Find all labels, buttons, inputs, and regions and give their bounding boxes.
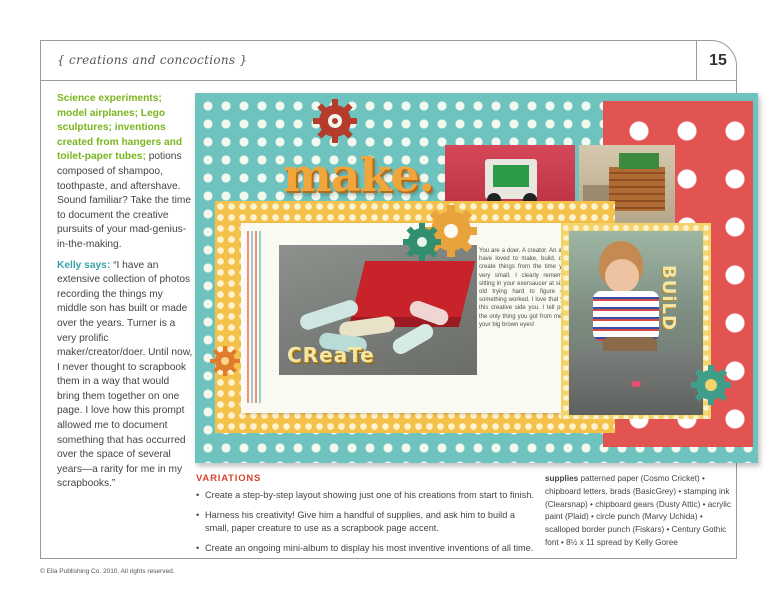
variation-item: • Create a step-by-step layout showing ju…: [196, 489, 536, 502]
chalk-box: [348, 261, 476, 327]
intro-paragraph: Science experiments; model airplanes; Le…: [57, 92, 193, 253]
gear-embellishment-teal-corner: [691, 365, 731, 405]
quote-paragraph: Kelly says: “I have an extensive collect…: [57, 259, 193, 493]
scrapbook-layout-photo: make. CReaTe You are a doer. A creator. …: [195, 93, 758, 463]
variation-item: • Harness his creativity! Give him a hand…: [196, 509, 536, 535]
variation-text: Harness his creativity! Give him a handf…: [205, 510, 515, 533]
intro-body: potions composed of shampoo, toothpaste,…: [57, 151, 192, 250]
make-chipboard-title: make.: [283, 148, 435, 202]
bullet-icon: •: [196, 510, 200, 520]
variation-item: • Create an ongoing mini-album to display…: [196, 542, 536, 555]
quote-text: “I have an extensive collection of photo…: [57, 259, 193, 490]
supplies-text: patterned paper (Cosmo Cricket) • chipbo…: [545, 474, 731, 547]
quote-speaker: Kelly says:: [57, 259, 111, 271]
supplies-list: supplies patterned paper (Cosmo Cricket)…: [545, 473, 735, 550]
build-chipboard-word: BUiLD: [658, 265, 679, 331]
intro-column: Science experiments; model airplanes; Le…: [57, 92, 193, 498]
page-number: 15: [709, 52, 727, 69]
gear-embellishment-teal: [403, 223, 441, 261]
bullet-icon: •: [196, 543, 200, 553]
variations-heading: VARIATIONS: [196, 473, 262, 484]
striped-border: [247, 231, 261, 403]
gear-embellishment-small-orange: [210, 346, 240, 376]
boy-drawing-photo: [569, 231, 703, 415]
header-rule: [40, 80, 737, 81]
copyright-notice: © Ella Publishing Co. 2010. All rights r…: [40, 568, 175, 575]
create-chipboard-word: CReaTe: [287, 343, 375, 367]
gear-embellishment-red: [313, 99, 357, 143]
variation-text: Create a step-by-step layout showing jus…: [205, 490, 534, 500]
supplies-heading: supplies: [545, 474, 579, 483]
variation-text: Create an ongoing mini-album to display …: [205, 543, 534, 553]
bullet-icon: •: [196, 490, 200, 500]
section-title: { creations and concoctions }: [57, 53, 248, 67]
variations-section: VARIATIONS • Create a step-by-step layout…: [196, 473, 536, 562]
header-divider: [696, 41, 697, 80]
